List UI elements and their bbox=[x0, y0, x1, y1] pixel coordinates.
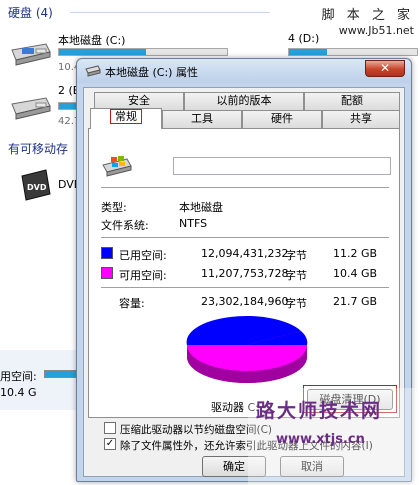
free-space-bytes: 11,207,753,728 bbox=[201, 267, 289, 280]
tab-general-label: 常规 bbox=[110, 109, 142, 124]
watermark-domain: www.xtjs.cn bbox=[276, 432, 365, 447]
tab-sharing[interactable]: 共享 bbox=[322, 110, 400, 128]
capacity-unit: 字节 bbox=[285, 297, 307, 310]
tab-security-label: 安全 bbox=[128, 94, 150, 107]
free-space-unit: 字节 bbox=[285, 269, 307, 282]
general-panel: 类型: 本地磁盘 文件系统: NTFS 已用空间: 12,094,431,232… bbox=[88, 128, 400, 418]
dvd-drive-icon: DVD bbox=[21, 169, 51, 201]
filesystem-value: NTFS bbox=[179, 217, 208, 230]
close-button[interactable]: ✕ bbox=[365, 60, 405, 77]
filesystem-label: 文件系统: bbox=[101, 219, 149, 232]
used-space-label: 已用空间: bbox=[119, 249, 167, 262]
disk-usage-pie bbox=[186, 315, 308, 383]
tab-hardware[interactable]: 硬件 bbox=[242, 110, 322, 128]
hard-disks-header[interactable]: 硬盘 (4) bbox=[0, 4, 53, 20]
dvd-drive-item[interactable]: DVD DVD bbox=[0, 160, 82, 210]
free-space-gb: 10.4 GB bbox=[333, 267, 378, 280]
drive-c-usage-bar bbox=[58, 48, 228, 56]
dialog-title: 本地磁盘 (C:) 属性 bbox=[105, 66, 198, 79]
free-space-swatch bbox=[101, 267, 113, 279]
drive-name-input[interactable] bbox=[173, 157, 391, 175]
free-space-label: 可用空间: bbox=[119, 269, 167, 282]
drive-d-name: 4 (D:) bbox=[288, 32, 320, 45]
type-value: 本地磁盘 bbox=[179, 201, 223, 214]
index-checkbox[interactable]: ✓ bbox=[104, 438, 116, 450]
status-pane: 用空间: 10.4 G bbox=[0, 350, 78, 410]
used-space-swatch bbox=[101, 247, 113, 259]
svg-text:DVD: DVD bbox=[27, 183, 47, 192]
checkmark-icon: ✓ bbox=[105, 438, 115, 449]
watermark-site-name: 脚 本 之 家 bbox=[321, 8, 414, 23]
type-label: 类型: bbox=[101, 201, 127, 214]
hard-drive-icon bbox=[102, 156, 132, 177]
capacity-gb: 21.7 GB bbox=[333, 295, 378, 308]
tab-sharing-label: 共享 bbox=[350, 112, 372, 125]
used-space-unit: 字节 bbox=[285, 249, 307, 262]
capacity-label: 容量: bbox=[119, 297, 145, 310]
drive-title-icon bbox=[85, 65, 101, 77]
status-usage-bar bbox=[44, 370, 78, 378]
capacity-bytes: 23,302,184,960 bbox=[201, 295, 289, 308]
tab-hardware-label: 硬件 bbox=[271, 112, 293, 125]
compress-checkbox[interactable] bbox=[104, 422, 116, 434]
group-divider bbox=[70, 12, 270, 13]
drive-e-item[interactable]: 2 (E 42.7 bbox=[0, 80, 80, 130]
watermark-title: 路大师技术网 bbox=[256, 400, 383, 422]
drive-d-item[interactable]: 4 (D:) bbox=[236, 26, 420, 56]
hard-drive-icon bbox=[11, 97, 51, 120]
drive-d-usage-bar bbox=[288, 48, 418, 56]
dialog-titlebar[interactable]: 本地磁盘 (C:) 属性 ✕ bbox=[77, 59, 411, 83]
used-space-gb: 11.2 GB bbox=[333, 247, 378, 260]
divider bbox=[101, 237, 389, 238]
bottom-watermark: 路大师技术网 www.xtjs.cn bbox=[248, 388, 420, 485]
tab-previous-versions-label: 以前的版本 bbox=[216, 94, 272, 107]
tab-previous-versions[interactable]: 以前的版本 bbox=[184, 92, 304, 110]
tab-general[interactable]: 常规 bbox=[90, 108, 162, 129]
removable-header[interactable]: 有可移动存 bbox=[0, 140, 68, 156]
tab-tools-label: 工具 bbox=[191, 112, 213, 125]
status-used-label: 用空间: bbox=[0, 370, 37, 383]
used-space-bytes: 12,094,431,232 bbox=[201, 247, 289, 260]
divider bbox=[101, 287, 389, 288]
tab-quota[interactable]: 配额 bbox=[304, 92, 400, 110]
drive-c-name: 本地磁盘 (C:) bbox=[58, 34, 126, 47]
close-icon: ✕ bbox=[379, 61, 391, 75]
divider bbox=[101, 187, 389, 188]
drive-e-usage-bar bbox=[58, 102, 78, 110]
tab-quota-label: 配额 bbox=[341, 94, 363, 107]
status-free-text: 10.4 G bbox=[0, 386, 37, 399]
hard-drive-icon bbox=[11, 43, 51, 66]
tab-tools[interactable]: 工具 bbox=[162, 110, 242, 128]
